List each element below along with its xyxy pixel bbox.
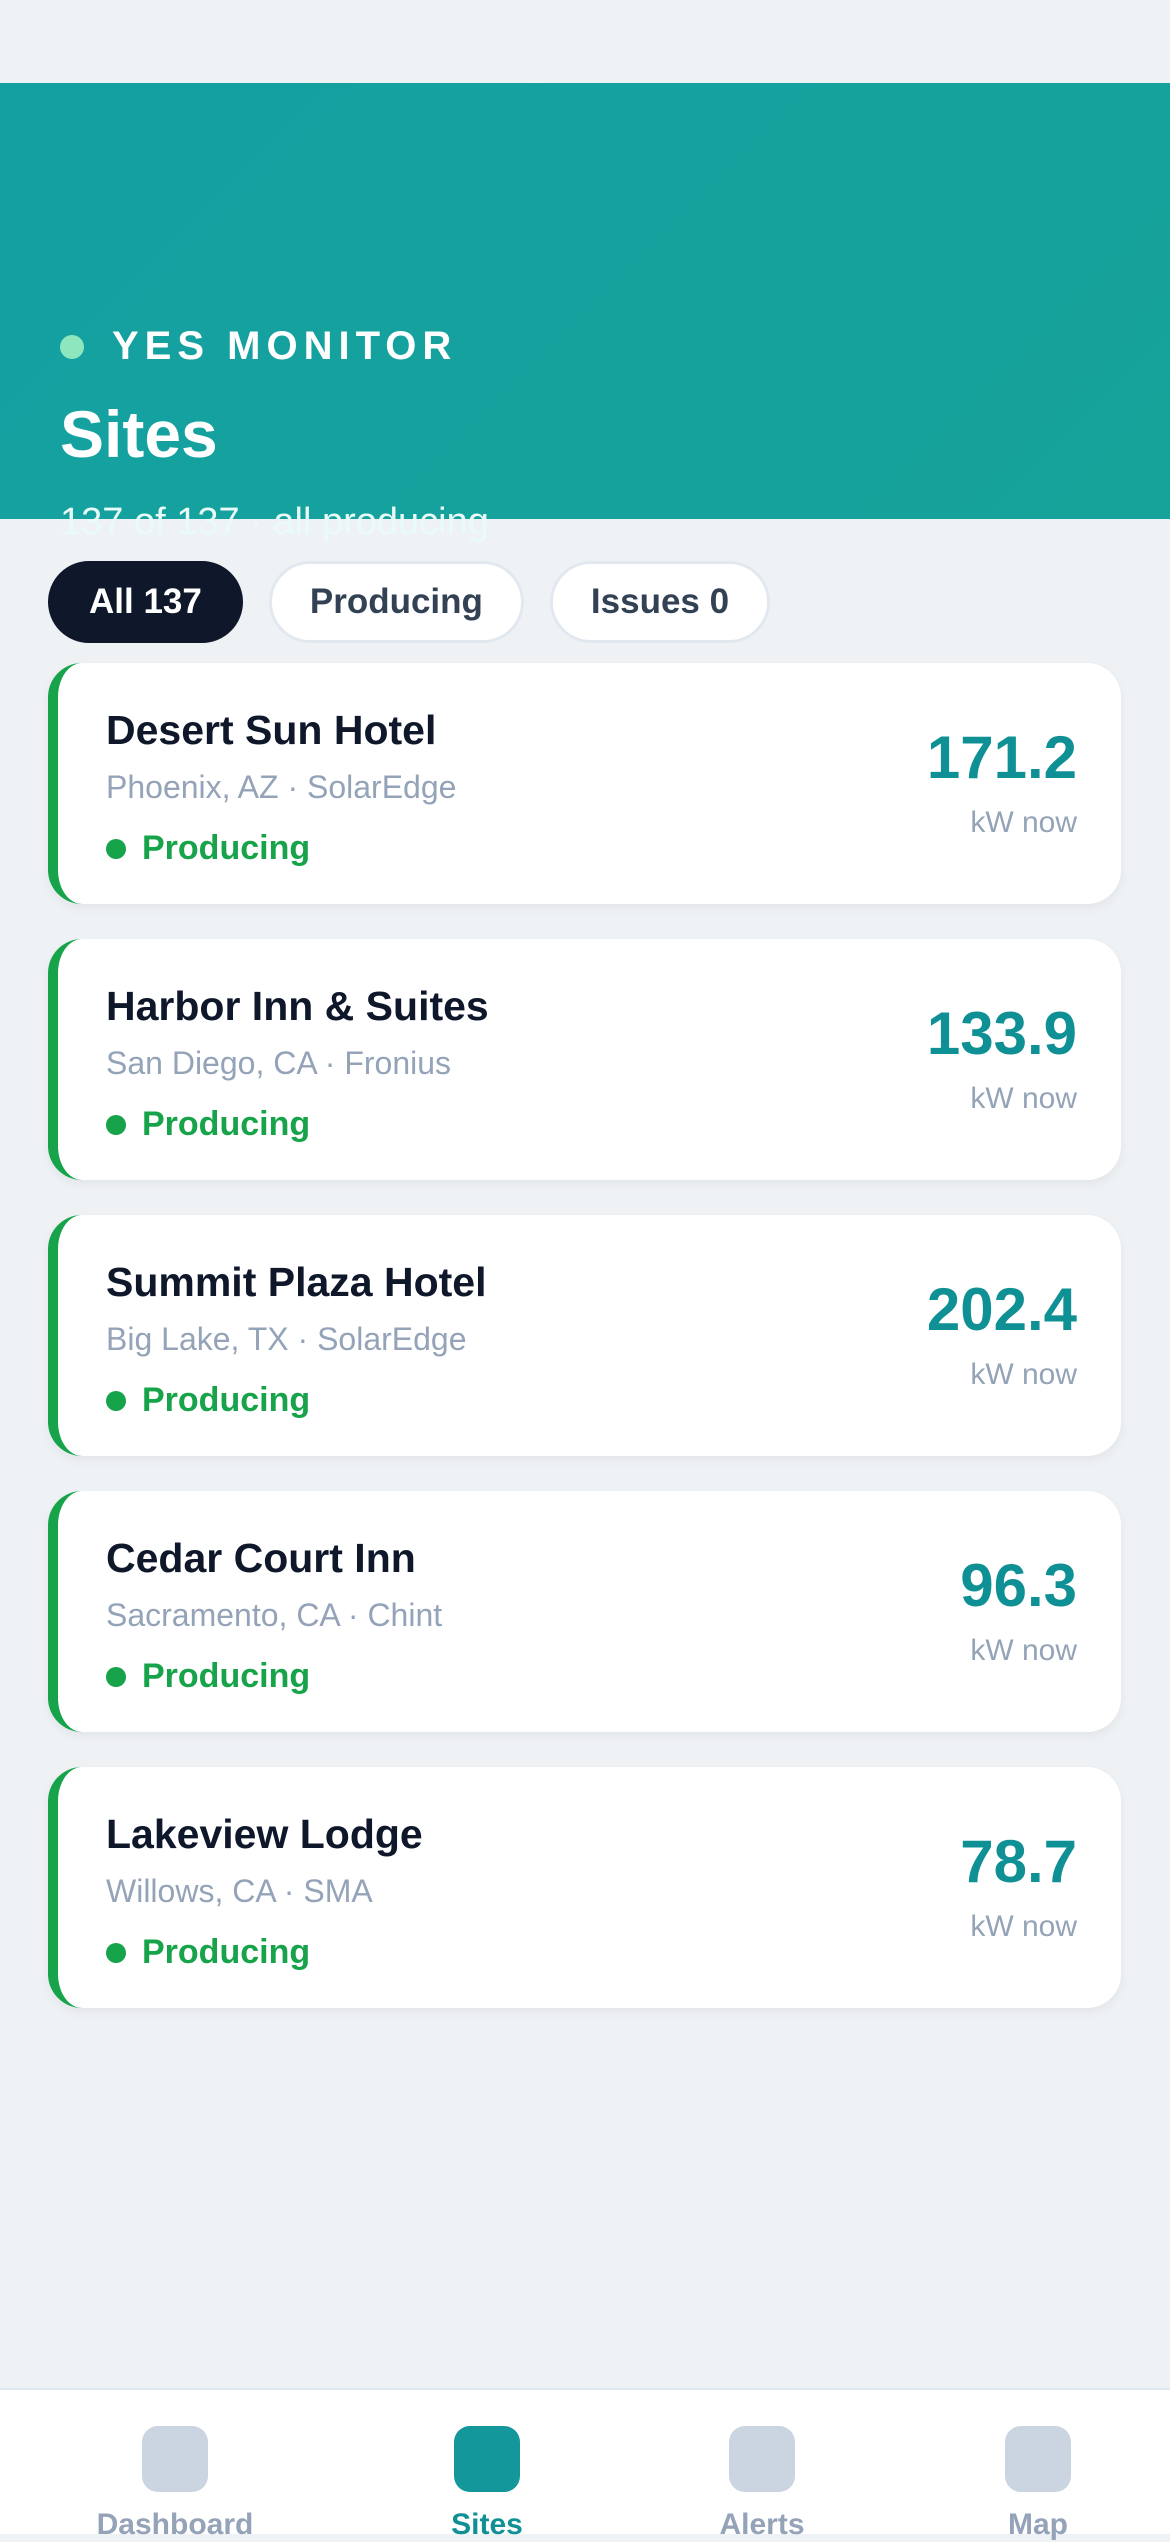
power-unit: kW now [970, 1910, 1077, 1943]
bottom-tab-bar: Dashboard Sites Alerts Map [0, 2388, 1170, 2541]
alerts-icon [729, 2426, 795, 2492]
site-card[interactable]: Harbor Inn & Suites San Diego, CA · Fron… [48, 939, 1121, 1180]
map-icon [1005, 2426, 1071, 2492]
site-card[interactable]: Summit Plaza Hotel Big Lake, TX · SolarE… [48, 1215, 1121, 1456]
power-value: 96.3 [960, 1552, 1077, 1619]
page-title: Sites [60, 397, 218, 471]
app-header: YES MONITOR Sites 137 of 137 · all produ… [0, 83, 1170, 543]
site-name: Harbor Inn & Suites [106, 983, 489, 1029]
status-indicator-icon [60, 334, 84, 359]
site-status: Producing [106, 1657, 310, 1696]
tab-label: Dashboard [96, 2508, 254, 2541]
status-dot-icon [106, 1114, 126, 1135]
dashboard-icon [142, 2426, 208, 2492]
power-value: 133.9 [926, 1000, 1077, 1067]
sites-icon [454, 2426, 520, 2492]
site-name: Cedar Court Inn [106, 1535, 416, 1581]
tab-dashboard[interactable]: Dashboard [45, 2426, 305, 2542]
site-card[interactable]: Desert Sun Hotel Phoenix, AZ · SolarEdge… [48, 663, 1121, 904]
status-label: Producing [142, 1933, 311, 1971]
status-label: Producing [142, 1657, 311, 1695]
site-status: Producing [106, 1381, 310, 1420]
filter-all[interactable]: All 137 [48, 561, 243, 643]
page-subtitle: 137 of 137 · all producing [60, 501, 489, 543]
power-unit: kW now [970, 1634, 1077, 1667]
filter-issues[interactable]: Issues 0 [549, 561, 771, 643]
tab-sites[interactable]: Sites [357, 2426, 617, 2542]
power-unit: kW now [970, 1082, 1077, 1115]
tab-map[interactable]: Map [908, 2426, 1168, 2542]
site-meta: San Diego, CA · Fronius [106, 1045, 452, 1081]
brand-name: YES MONITOR [112, 324, 458, 368]
filter-producing[interactable]: Producing [268, 561, 524, 643]
site-name: Summit Plaza Hotel [106, 1259, 487, 1305]
site-card[interactable]: Cedar Court Inn Sacramento, CA · Chint P… [48, 1491, 1121, 1732]
power-value: 171.2 [926, 724, 1077, 791]
site-name: Lakeview Lodge [106, 1811, 423, 1857]
site-meta: Big Lake, TX · SolarEdge [106, 1321, 467, 1357]
status-label: Producing [142, 1105, 311, 1143]
power-unit: kW now [970, 1358, 1077, 1391]
site-status: Producing [106, 1933, 310, 1972]
status-dot-icon [106, 1666, 126, 1687]
site-status: Producing [106, 829, 310, 868]
status-dot-icon [106, 838, 126, 859]
status-label: Producing [142, 1381, 311, 1419]
tab-label: Sites [451, 2508, 523, 2541]
site-meta: Sacramento, CA · Chint [106, 1597, 443, 1633]
site-meta: Phoenix, AZ · SolarEdge [106, 769, 457, 805]
site-name: Desert Sun Hotel [106, 707, 437, 753]
tab-label: Map [1008, 2508, 1068, 2541]
power-value: 202.4 [926, 1276, 1077, 1343]
site-status: Producing [106, 1105, 310, 1144]
tab-alerts[interactable]: Alerts [632, 2426, 892, 2542]
brand: YES MONITOR [60, 324, 457, 369]
status-label: Producing [142, 829, 311, 867]
site-meta: Willows, CA · SMA [106, 1873, 373, 1909]
filter-bar: All 137 Producing Issues 0 [48, 561, 796, 643]
power-value: 78.7 [960, 1828, 1077, 1895]
status-dot-icon [106, 1390, 126, 1411]
tab-label: Alerts [719, 2508, 805, 2541]
power-unit: kW now [970, 806, 1077, 839]
status-dot-icon [106, 1942, 126, 1963]
site-card[interactable]: Lakeview Lodge Willows, CA · SMA Produci… [48, 1767, 1121, 2008]
